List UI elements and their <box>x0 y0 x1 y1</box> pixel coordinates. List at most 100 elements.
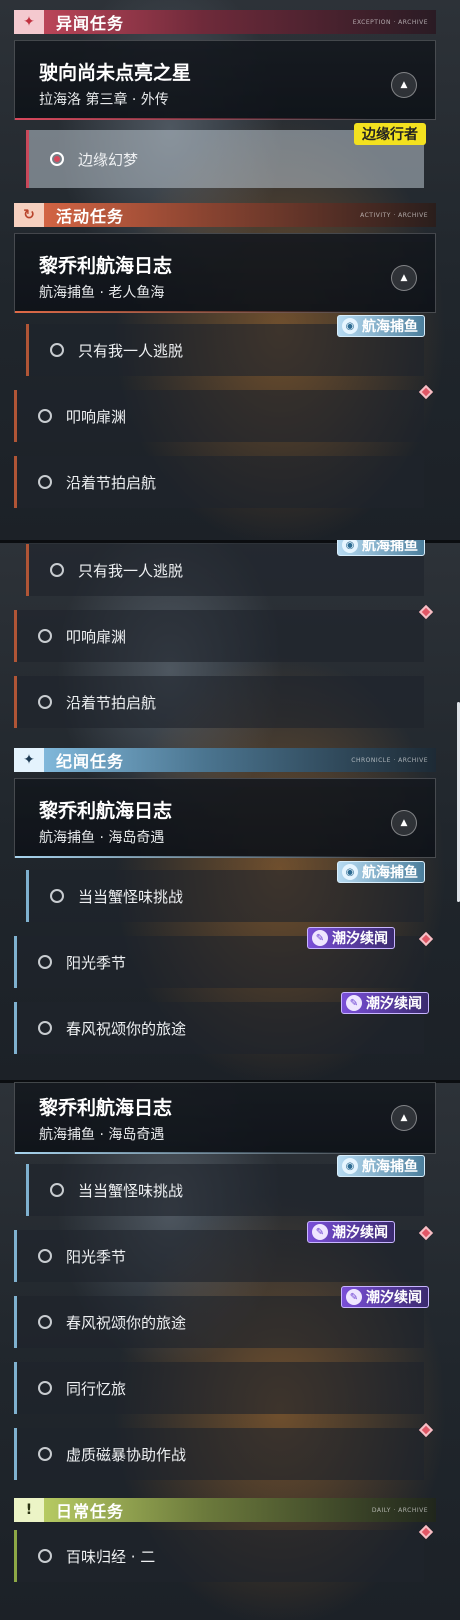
item-accent <box>26 870 29 922</box>
item-accent <box>14 1002 17 1054</box>
fish-icon: ◉ <box>342 540 358 553</box>
card-underline <box>15 118 435 120</box>
radio-icon <box>38 1549 52 1563</box>
item-label: 春风祝颂你的旅途 <box>66 1019 187 1038</box>
fishing-tag: ◉ 航海捕鱼 <box>337 861 425 883</box>
quest-panel-bottom: 黎乔利航海日志 航海捕鱼 · 海岛奇遇 ▲ 当当蟹怪味挑战 ◉ 航海捕鱼 阳光季… <box>0 1080 460 1620</box>
chevron-up-icon[interactable]: ▲ <box>391 810 417 836</box>
item-accent <box>14 936 17 988</box>
item-label: 边缘幻梦 <box>78 150 139 169</box>
wave-icon: ✎ <box>312 1224 328 1240</box>
chevron-up-icon[interactable]: ▲ <box>391 1105 417 1131</box>
tide-tag: ✎ 潮汐续闻 <box>307 927 395 949</box>
item-label: 叩响扉渊 <box>66 407 127 426</box>
item-label: 同行忆旅 <box>66 1379 127 1398</box>
item-accent <box>26 324 29 376</box>
chevron-up-icon[interactable]: ▲ <box>391 72 417 98</box>
wave-icon: ✎ <box>312 930 328 946</box>
quest-item-daily[interactable]: 百味归经 · 二 <box>14 1530 424 1582</box>
radio-icon <box>50 1183 64 1197</box>
tag-label: 潮汐续闻 <box>366 996 422 1012</box>
category-caption: ACTIVITY · ARCHIVE <box>360 211 428 219</box>
tag-label: 航海捕鱼 <box>362 865 418 881</box>
item-accent <box>14 610 17 662</box>
item-label: 只有我一人逃脱 <box>78 561 184 580</box>
item-label: 只有我一人逃脱 <box>78 341 184 360</box>
quest-panel-middle: 只有我一人逃脱 ◉ 航海捕鱼 叩响扉渊 沿着节拍启航 ✦ 纪闻任务 CHRONI… <box>0 540 460 1080</box>
item-label: 百味归经 · 二 <box>66 1547 156 1566</box>
category-caption: CHRONICLE · ARCHIVE <box>351 756 428 764</box>
quest-card-log[interactable]: 黎乔利航海日志 航海捕鱼 · 海岛奇遇 ▲ <box>14 1082 436 1154</box>
quest-title: 黎乔利航海日志 <box>39 255 173 277</box>
quest-title: 黎乔利航海日志 <box>39 1097 173 1119</box>
item-accent <box>14 456 17 508</box>
alert-badge-icon: ! <box>14 1498 44 1522</box>
category-anomaly[interactable]: ✦ 异闻任务 EXCEPTION · ARCHIVE <box>14 10 436 34</box>
item-label: 当当蟹怪味挑战 <box>78 887 184 906</box>
item-label: 叩响扉渊 <box>66 627 127 646</box>
quest-item[interactable]: 沿着节拍启航 <box>14 676 424 728</box>
item-accent <box>14 1362 17 1414</box>
tag-label: 潮汐续闻 <box>332 931 388 947</box>
radio-icon <box>38 1249 52 1263</box>
item-accent <box>14 1428 17 1480</box>
category-daily[interactable]: ! 日常任务 DAILY · ARCHIVE <box>14 1498 436 1522</box>
tag-label: 航海捕鱼 <box>362 319 418 335</box>
fishing-tag: ◉ 航海捕鱼 <box>337 315 425 337</box>
quest-subtitle: 航海捕鱼 · 老人鱼海 <box>39 285 165 301</box>
tag-label: 航海捕鱼 <box>362 540 418 554</box>
quest-title: 黎乔利航海日志 <box>39 800 173 822</box>
quest-card-star[interactable]: 驶向尚未点亮之星 拉海洛 第三章 · 外传 ▲ <box>14 40 436 120</box>
category-chronicle[interactable]: ✦ 纪闻任务 CHRONICLE · ARCHIVE <box>14 748 436 772</box>
item-label: 沿着节拍启航 <box>66 473 157 492</box>
category-name: 活动任务 <box>56 207 125 226</box>
quest-card-log[interactable]: 黎乔利航海日志 航海捕鱼 · 老人鱼海 ▲ <box>14 233 436 313</box>
radio-icon <box>38 1381 52 1395</box>
radio-icon <box>50 343 64 357</box>
tide-tag: ✎ 潮汐续闻 <box>341 1286 429 1308</box>
card-underline <box>15 1152 435 1154</box>
radio-icon <box>38 1447 52 1461</box>
tag-label: 潮汐续闻 <box>332 1225 388 1241</box>
radio-icon <box>38 629 52 643</box>
refresh-badge-icon: ↻ <box>14 203 44 227</box>
quest-subtitle: 航海捕鱼 · 海岛奇遇 <box>39 830 165 846</box>
edge-runner-tag: 边缘行者 <box>354 123 426 145</box>
radio-icon <box>38 955 52 969</box>
wave-icon: ✎ <box>346 1289 362 1305</box>
quest-card-log[interactable]: 黎乔利航海日志 航海捕鱼 · 海岛奇遇 ▲ <box>14 778 436 858</box>
item-accent <box>14 1530 17 1582</box>
fishing-tag: ◉ 航海捕鱼 <box>337 540 425 556</box>
category-name: 纪闻任务 <box>56 752 125 771</box>
category-name: 日常任务 <box>56 1502 125 1521</box>
quest-subtitle: 航海捕鱼 · 海岛奇遇 <box>39 1127 165 1143</box>
quest-item[interactable]: 虚质磁暴协助作战 <box>14 1428 424 1480</box>
quest-item[interactable]: 叩响扉渊 <box>14 610 424 662</box>
item-accent <box>14 676 17 728</box>
item-label: 春风祝颂你的旅途 <box>66 1313 187 1332</box>
item-accent <box>14 390 17 442</box>
wave-icon: ✎ <box>346 995 362 1011</box>
category-event[interactable]: ↻ 活动任务 ACTIVITY · ARCHIVE <box>14 203 436 227</box>
quest-item[interactable]: 沿着节拍启航 <box>14 456 424 508</box>
item-label: 当当蟹怪味挑战 <box>78 1181 184 1200</box>
radio-icon <box>38 695 52 709</box>
radio-icon <box>38 475 52 489</box>
item-accent <box>26 544 29 596</box>
quest-item[interactable]: 叩响扉渊 <box>14 390 424 442</box>
fish-icon: ◉ <box>342 864 358 880</box>
tide-tag: ✎ 潮汐续闻 <box>341 992 429 1014</box>
radio-icon <box>50 152 64 166</box>
fishing-tag: ◉ 航海捕鱼 <box>337 1155 425 1177</box>
item-accent <box>26 1164 29 1216</box>
item-label: 沿着节拍启航 <box>66 693 157 712</box>
quest-item[interactable]: 同行忆旅 <box>14 1362 424 1414</box>
tide-tag: ✎ 潮汐续闻 <box>307 1221 395 1243</box>
tag-label: 潮汐续闻 <box>366 1290 422 1306</box>
category-caption: DAILY · ARCHIVE <box>371 1506 428 1514</box>
category-caption: EXCEPTION · ARCHIVE <box>352 18 428 26</box>
anomaly-badge-icon: ✦ <box>14 10 44 34</box>
item-label: 阳光季节 <box>66 1247 127 1266</box>
item-label: 虚质磁暴协助作战 <box>66 1445 187 1464</box>
chevron-up-icon[interactable]: ▲ <box>391 265 417 291</box>
